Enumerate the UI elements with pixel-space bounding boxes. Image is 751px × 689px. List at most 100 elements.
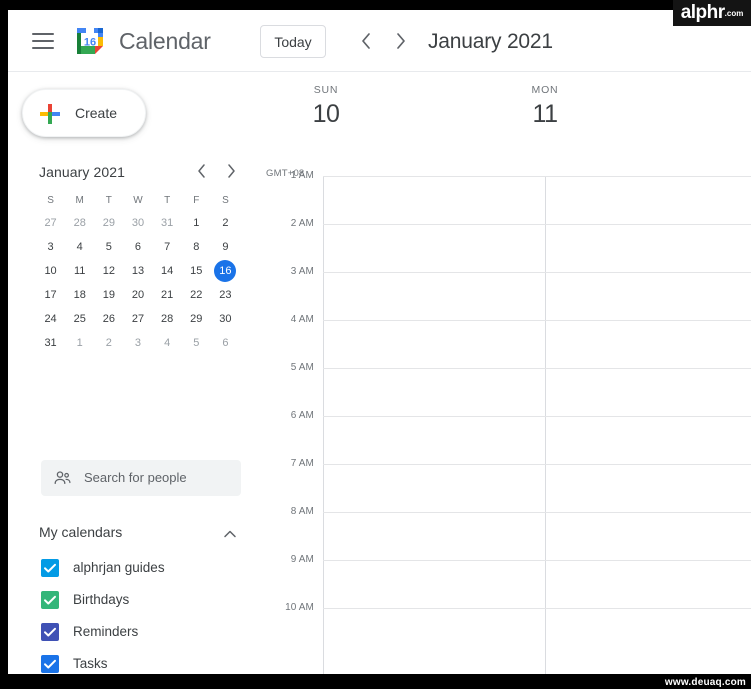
mini-calendar-day[interactable]: 30 <box>123 211 152 235</box>
hour-label: 6 AM <box>290 410 314 421</box>
mini-calendar-day[interactable]: 26 <box>94 307 123 331</box>
calendar-checkbox[interactable] <box>41 623 59 641</box>
search-for-people-input[interactable]: Search for people <box>41 460 241 496</box>
calendar-week-view: SUN 10 MON 11 GMT+08 1 AM 2 AM 3 AM 4 AM 5 A… <box>256 72 751 674</box>
mini-calendar-day[interactable]: 28 <box>65 211 94 235</box>
calendar-name-label: Tasks <box>73 656 108 671</box>
calendar-list-item[interactable]: Reminders <box>8 618 256 650</box>
mini-calendar-weekday-0: S <box>47 194 54 206</box>
hour-label: 10 AM <box>285 602 314 613</box>
day-header-weekday: MON <box>531 84 559 96</box>
mini-calendar-day[interactable]: 9 <box>211 235 240 259</box>
mini-calendar-day[interactable]: 11 <box>65 259 94 283</box>
mini-calendar-day[interactable]: 6 <box>123 235 152 259</box>
mini-calendar-day[interactable]: 19 <box>94 283 123 307</box>
mini-calendar-day[interactable]: 2 <box>211 211 240 235</box>
hour-gridline <box>323 608 751 609</box>
mini-calendar-day[interactable]: 18 <box>65 283 94 307</box>
hour-gridline <box>323 464 751 465</box>
mini-calendar-weekday-5: F <box>193 194 200 206</box>
calendar-checkbox[interactable] <box>41 655 59 673</box>
create-button[interactable]: Create <box>22 89 146 137</box>
mini-calendar-next-button[interactable] <box>220 159 244 183</box>
search-for-people-placeholder: Search for people <box>84 470 187 485</box>
mini-calendar-day[interactable]: 28 <box>153 307 182 331</box>
mini-calendar-day[interactable]: 15 <box>182 259 211 283</box>
calendar-list-item[interactable]: alphrjan guides <box>8 554 256 586</box>
hamburger-menu-icon[interactable] <box>30 29 56 53</box>
mini-calendar-day[interactable]: 4 <box>65 235 94 259</box>
time-gutter-divider <box>323 176 324 674</box>
mini-calendar-day[interactable]: 31 <box>36 331 65 355</box>
mini-calendar-day[interactable]: 3 <box>36 235 65 259</box>
mini-calendar-day[interactable]: 25 <box>65 307 94 331</box>
previous-period-button[interactable] <box>353 28 379 54</box>
mini-calendar-week-row: 31 1 2 3 4 5 6 <box>36 331 240 355</box>
day-header-number: 10 <box>312 100 340 128</box>
mini-calendar-day[interactable]: 20 <box>123 283 152 307</box>
mini-calendar-day[interactable]: 22 <box>182 283 211 307</box>
mini-calendar-day[interactable]: 12 <box>94 259 123 283</box>
today-button[interactable]: Today <box>260 25 326 58</box>
mini-calendar-day[interactable]: 30 <box>211 307 240 331</box>
mini-calendar-day[interactable]: 21 <box>153 283 182 307</box>
hour-gridline <box>323 272 751 273</box>
mini-calendar-week-row: 10 11 12 13 14 15 16 <box>36 259 240 283</box>
mini-calendar-day[interactable]: 24 <box>36 307 65 331</box>
my-calendars-list: alphrjan guides Birthdays Reminders Tasks <box>8 554 256 674</box>
mini-calendar-day[interactable]: 2 <box>94 331 123 355</box>
mini-calendar-weekday-1: M <box>75 194 84 206</box>
sidebar: Create January 2021 SMTWTFS 27 28 29 30 … <box>8 72 256 674</box>
hour-label: 2 AM <box>290 218 314 229</box>
day-header-mon[interactable]: MON 11 <box>435 84 655 129</box>
app-top-bar: 16 Calendar Today January 2021 <box>8 10 751 72</box>
mini-calendar-day[interactable]: 10 <box>36 259 65 283</box>
alphr-watermark-suffix: .com <box>724 9 744 18</box>
hour-gridline <box>323 320 751 321</box>
mini-calendar-day[interactable]: 27 <box>36 211 65 235</box>
mini-calendar-day[interactable]: 6 <box>211 331 240 355</box>
calendar-list-item[interactable]: Birthdays <box>8 586 256 618</box>
mini-calendar-day[interactable]: 8 <box>182 235 211 259</box>
mini-calendar-day[interactable]: 4 <box>153 331 182 355</box>
mini-calendar-day[interactable]: 13 <box>123 259 152 283</box>
mini-calendar-day[interactable]: 1 <box>182 211 211 235</box>
calendar-checkbox[interactable] <box>41 559 59 577</box>
hour-gridline <box>323 368 751 369</box>
alphr-watermark: alphr.com <box>673 0 751 26</box>
mini-calendar-day[interactable]: 31 <box>153 211 182 235</box>
hour-label: 9 AM <box>290 554 314 565</box>
calendar-checkbox[interactable] <box>41 591 59 609</box>
day-column-headers: SUN 10 MON 11 <box>256 72 751 154</box>
mini-calendar-day[interactable]: 3 <box>123 331 152 355</box>
hour-label: 5 AM <box>290 362 314 373</box>
mini-calendar-day[interactable]: 5 <box>182 331 211 355</box>
mini-calendar-day-rows: 27 28 29 30 31 1 2 3 4 5 6 7 8 9 10 11 12 13 14 15 16 17 18 19 2… <box>36 211 240 355</box>
my-calendars-title: My calendars <box>39 524 123 540</box>
mini-calendar-day[interactable]: 5 <box>94 235 123 259</box>
hour-label: 1 AM <box>290 170 314 181</box>
mini-calendar-day[interactable]: 29 <box>94 211 123 235</box>
screenshot-frame: 16 Calendar Today January 2021 Create Ja… <box>0 0 751 689</box>
hour-label: 3 AM <box>290 266 314 277</box>
google-plus-icon <box>39 103 61 125</box>
mini-calendar-day[interactable]: 23 <box>211 283 240 307</box>
my-calendars-section-header[interactable]: My calendars <box>8 516 256 552</box>
mini-calendar-day[interactable]: 16 <box>211 259 240 283</box>
next-period-button[interactable] <box>388 28 414 54</box>
mini-calendar-day[interactable]: 14 <box>153 259 182 283</box>
svg-text:16: 16 <box>84 37 96 49</box>
hour-label: 4 AM <box>290 314 314 325</box>
mini-calendar-day[interactable]: 17 <box>36 283 65 307</box>
hour-gridline <box>323 560 751 561</box>
day-header-sun[interactable]: SUN 10 <box>256 84 436 129</box>
mini-calendar-day[interactable]: 29 <box>182 307 211 331</box>
chevron-up-icon[interactable] <box>220 524 240 544</box>
mini-calendar-prev-button[interactable] <box>190 159 214 183</box>
mini-calendar-day[interactable]: 27 <box>123 307 152 331</box>
hour-gridline <box>323 224 751 225</box>
calendar-list-item[interactable]: Tasks <box>8 650 256 674</box>
mini-calendar-day[interactable]: 7 <box>153 235 182 259</box>
create-button-label: Create <box>75 105 118 121</box>
mini-calendar-day[interactable]: 1 <box>65 331 94 355</box>
